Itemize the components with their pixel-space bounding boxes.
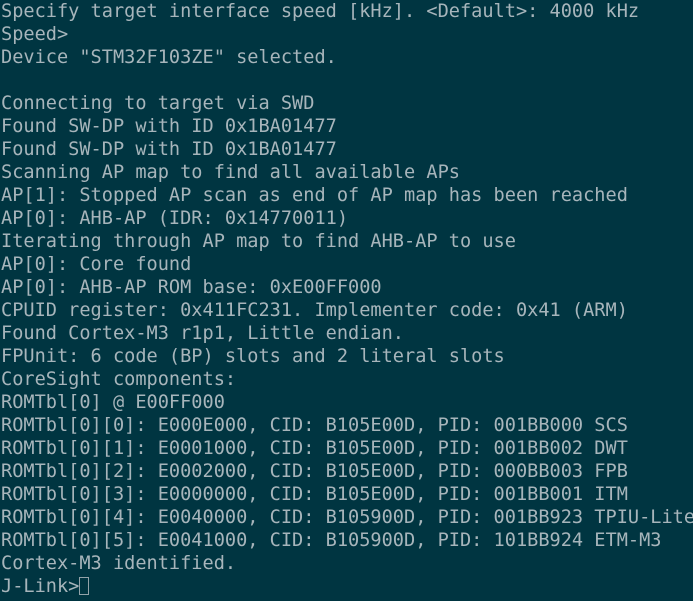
- terminal-window[interactable]: Specify target interface speed [kHz]. <D…: [0, 0, 693, 601]
- terminal-line: ROMTbl[0] @ E00FF000: [1, 392, 225, 413]
- terminal-line: ROMTbl[0][2]: E0002000, CID: B105E00D, P…: [1, 461, 628, 482]
- terminal-line: Connecting to target via SWD: [1, 93, 315, 114]
- terminal-line: AP[0]: Core found: [1, 254, 192, 275]
- terminal-prompt-label: J-Link>: [1, 576, 80, 597]
- terminal-line: Device "STM32F103ZE" selected.: [1, 47, 337, 68]
- terminal-line: Iterating through AP map to find AHB-AP …: [1, 231, 516, 252]
- terminal-line: AP[1]: Stopped AP scan as end of AP map …: [1, 185, 628, 206]
- terminal-line: Found SW-DP with ID 0x1BA01477: [1, 139, 337, 160]
- terminal-line: AP[0]: AHB-AP ROM base: 0xE00FF000: [1, 277, 382, 298]
- terminal-line: CPUID register: 0x411FC231. Implementer …: [1, 300, 628, 321]
- terminal-line: Specify target interface speed [kHz]. <D…: [1, 1, 640, 22]
- terminal-line: ROMTbl[0][0]: E000E000, CID: B105E00D, P…: [1, 415, 628, 436]
- terminal-line: ROMTbl[0][5]: E0041000, CID: B105900D, P…: [1, 530, 662, 551]
- terminal-line: Found SW-DP with ID 0x1BA01477: [1, 116, 337, 137]
- terminal-line: CoreSight components:: [1, 369, 237, 390]
- terminal-prompt-line[interactable]: J-Link>: [1, 575, 693, 598]
- terminal-line: Speed>: [1, 24, 69, 45]
- terminal-line: Scanning AP map to find all available AP…: [1, 162, 460, 183]
- terminal-output: Specify target interface speed [kHz]. <D…: [1, 0, 693, 598]
- terminal-line: ROMTbl[0][3]: E0000000, CID: B105E00D, P…: [1, 484, 628, 505]
- terminal-line: ROMTbl[0][4]: E0040000, CID: B105900D, P…: [1, 507, 693, 528]
- terminal-line: Cortex-M3 identified.: [1, 553, 237, 574]
- terminal-line: AP[0]: AHB-AP (IDR: 0x14770011): [1, 208, 349, 229]
- terminal-line: FPUnit: 6 code (BP) slots and 2 literal …: [1, 346, 505, 367]
- text-cursor: [79, 577, 90, 595]
- terminal-line: ROMTbl[0][1]: E0001000, CID: B105E00D, P…: [1, 438, 628, 459]
- terminal-line: Found Cortex-M3 r1p1, Little endian.: [1, 323, 404, 344]
